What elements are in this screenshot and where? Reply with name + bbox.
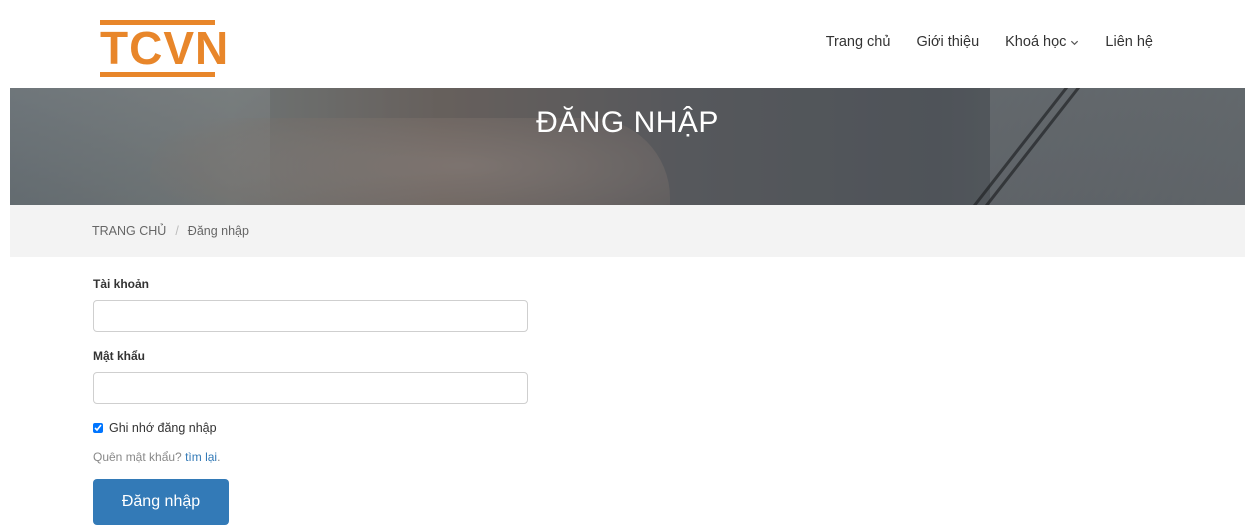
- username-label: Tài khoản: [93, 277, 150, 291]
- remember-me-label[interactable]: Ghi nhớ đăng nhập: [109, 421, 217, 435]
- site-logo[interactable]: TCVN: [100, 20, 230, 78]
- nav-item-label: Liên hệ: [1105, 34, 1153, 50]
- login-form: Tài khoản Mật khẩu Ghi nhớ đăng nhập Quê…: [93, 277, 528, 525]
- forgot-password-line: Quên mật khẩu? tìm lại.: [93, 450, 528, 464]
- breadcrumb: TRANG CHỦ / Đăng nhập: [10, 205, 1245, 257]
- nav-item-home[interactable]: Trang chủ: [826, 34, 891, 50]
- forgot-password-suffix: .: [217, 450, 221, 464]
- page-title: ĐĂNG NHẬP: [536, 106, 719, 139]
- remember-me-row: Ghi nhớ đăng nhập: [93, 421, 528, 435]
- remember-me-checkbox[interactable]: [93, 423, 103, 433]
- nav-item-courses[interactable]: Khoá học: [1005, 34, 1079, 50]
- nav-item-label: Giới thiệu: [916, 34, 980, 50]
- page-banner: ĐĂNG NHẬP: [10, 88, 1245, 205]
- chevron-down-icon: [1071, 40, 1079, 45]
- breadcrumb-home-link[interactable]: TRANG CHỦ: [92, 224, 166, 238]
- logo-text: TCVN: [100, 22, 230, 74]
- username-field-group: Tài khoản: [93, 277, 528, 332]
- login-button[interactable]: Đăng nhập: [93, 479, 229, 525]
- nav-item-contact[interactable]: Liên hệ: [1105, 34, 1153, 50]
- password-field-group: Mật khẩu: [93, 349, 528, 404]
- logo-bottom-bar: [100, 72, 215, 77]
- forgot-password-link[interactable]: tìm lại: [185, 450, 217, 464]
- forgot-password-text: Quên mật khẩu?: [93, 450, 182, 464]
- username-input[interactable]: [93, 300, 528, 332]
- password-label: Mật khẩu: [93, 349, 146, 363]
- password-input[interactable]: [93, 372, 528, 404]
- site-header: TCVN Trang chủ Giới thiệu Khoá học Liên …: [0, 0, 1245, 88]
- breadcrumb-separator: /: [175, 224, 179, 238]
- nav-item-label: Khoá học: [1005, 34, 1067, 50]
- breadcrumb-current: Đăng nhập: [187, 224, 249, 238]
- main-nav: Trang chủ Giới thiệu Khoá học Liên hệ: [826, 34, 1153, 50]
- nav-item-label: Trang chủ: [825, 34, 891, 50]
- nav-item-about[interactable]: Giới thiệu: [916, 34, 979, 50]
